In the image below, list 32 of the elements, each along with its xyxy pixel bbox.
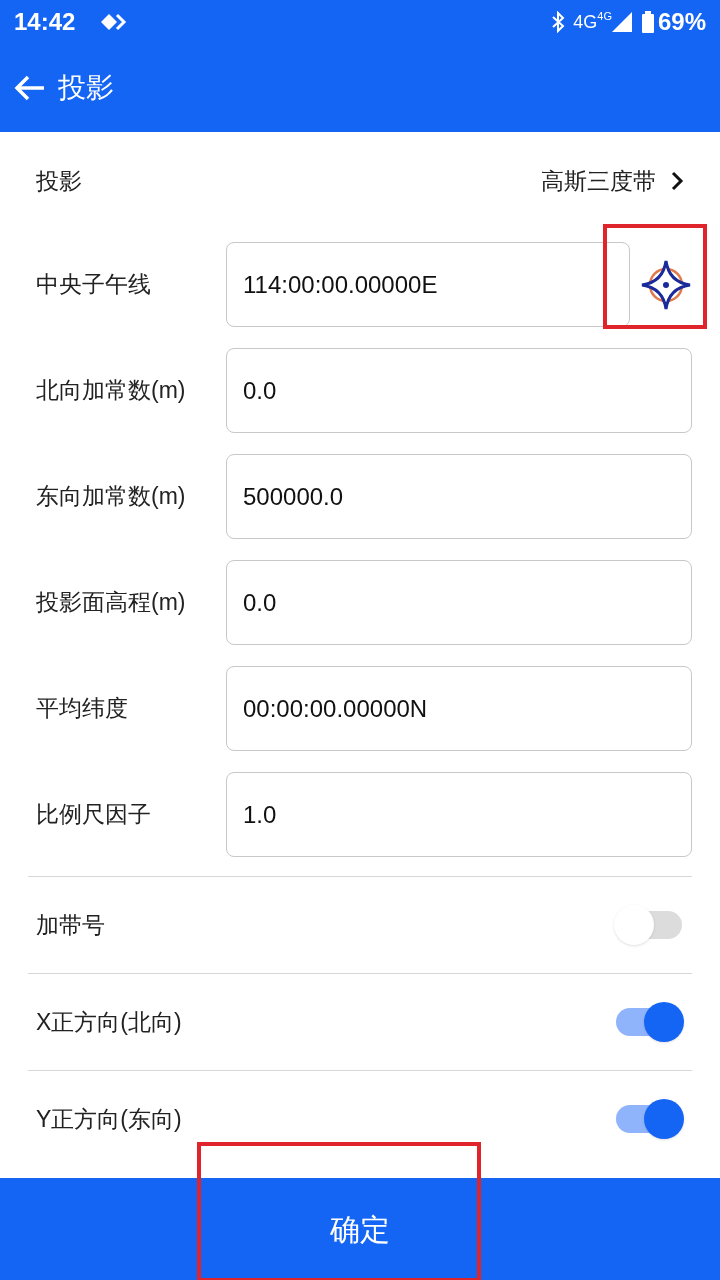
input-field[interactable]: 500000.0: [226, 454, 692, 539]
input-field[interactable]: 00:00:00.00000N: [226, 666, 692, 751]
clock: 14:42: [14, 7, 76, 37]
field-label: 投影面高程(m): [36, 588, 187, 618]
input-field[interactable]: 0.0: [226, 560, 692, 645]
compass-icon[interactable]: [640, 258, 692, 311]
toggle-label: Y正方向(东向): [36, 1104, 183, 1134]
network-label: 4G: [597, 9, 612, 22]
network-label: 4G: [573, 10, 598, 34]
toggle-switch[interactable]: [614, 905, 684, 945]
confirm-button[interactable]: 确定: [0, 1178, 720, 1280]
battery-icon: [641, 11, 654, 33]
input-field[interactable]: 114:00:00.00000E: [226, 242, 630, 327]
screen-title: 投影: [58, 71, 114, 105]
field-label: 东向加常数(m): [36, 482, 187, 512]
toggle-switch[interactable]: [614, 1099, 684, 1139]
field-label: 北向加常数(m): [36, 376, 187, 406]
row-label: 投影: [36, 166, 83, 196]
signal-icon: [611, 12, 632, 32]
field-label: 平均纬度: [36, 694, 129, 724]
toggle-switch[interactable]: [614, 1002, 684, 1042]
field-label: 中央子午线: [36, 270, 152, 300]
input-field[interactable]: 0.0: [226, 348, 692, 433]
chevron-icon: [670, 170, 684, 192]
bluetooth-icon: [551, 11, 566, 33]
input-field[interactable]: 1.0: [226, 772, 692, 857]
battery-percent: 69%: [657, 7, 706, 37]
toggle-label: 加带号: [36, 910, 106, 940]
field-label: 比例尺因子: [36, 800, 152, 830]
projection-row[interactable]: 投影 高斯三度带: [0, 132, 720, 230]
toggle-label: X正方向(北向): [36, 1007, 183, 1037]
row-value: 高斯三度带: [541, 166, 656, 196]
